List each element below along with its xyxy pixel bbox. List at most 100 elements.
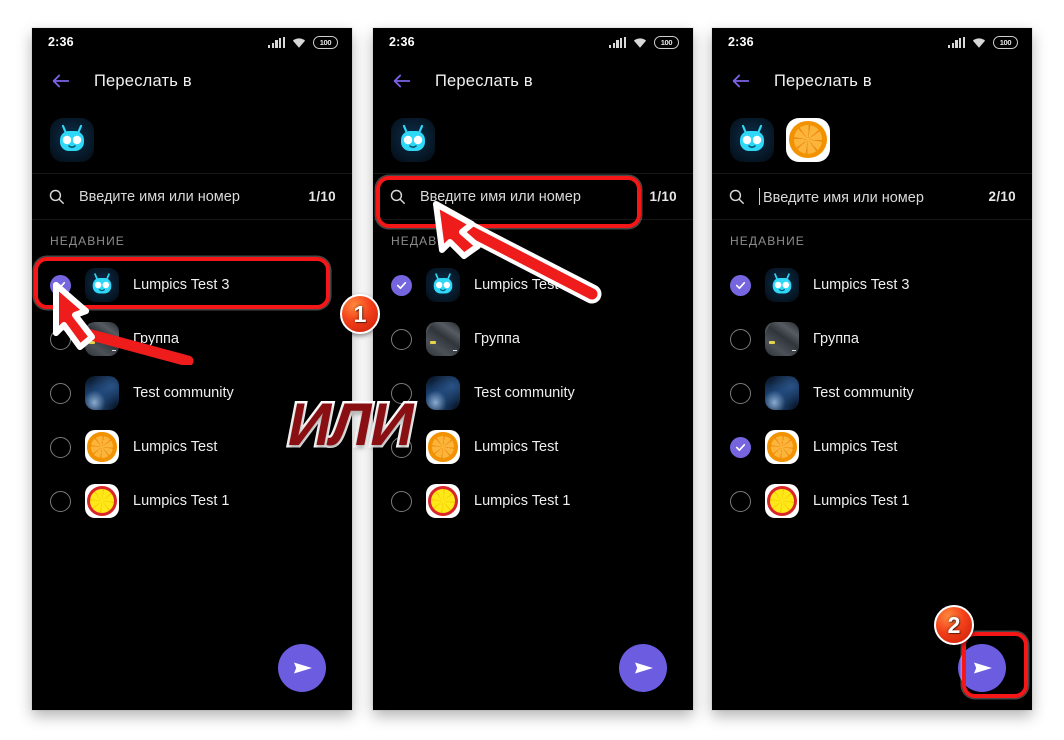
selection-counter: 1/10 — [649, 189, 677, 204]
section-label-recent: НЕДАВНИЕ — [391, 234, 466, 248]
list-item[interactable]: Test community — [712, 366, 1032, 420]
status-clock: 2:36 — [48, 35, 74, 49]
checkbox-unchecked[interactable] — [50, 436, 71, 458]
app-bar: Переслать в — [712, 56, 1032, 106]
section-label-recent: НЕДАВНИЕ — [730, 234, 805, 248]
selected-chips-strip — [32, 106, 352, 174]
send-button[interactable] — [619, 644, 667, 692]
contact-name: Группа — [133, 331, 179, 347]
back-arrow-icon[interactable] — [730, 70, 752, 92]
contact-name: Lumpics Test — [474, 439, 559, 455]
search-row[interactable]: Введите имя или номер 1/10 — [373, 174, 693, 220]
contact-name: Lumpics Test 3 — [133, 277, 230, 293]
checkbox-checked[interactable] — [391, 274, 412, 296]
list-item[interactable]: Lumpics Test — [373, 420, 693, 474]
page-title: Переслать в — [774, 71, 872, 90]
list-item[interactable]: Lumpics Test 3 — [712, 258, 1032, 312]
contact-name: Lumpics Test 3 — [474, 277, 571, 293]
checkbox-unchecked[interactable] — [50, 490, 71, 512]
list-item[interactable]: Lumpics Test — [32, 420, 352, 474]
checkbox-unchecked[interactable] — [391, 490, 412, 512]
chip-avatar-robot[interactable] — [50, 117, 94, 162]
contact-avatar-city — [426, 322, 460, 356]
contact-avatar-city — [765, 322, 799, 356]
status-bar: 2:36 100 — [712, 28, 1032, 56]
search-row[interactable]: Введите имя или номер 2/10 — [712, 174, 1032, 220]
wifi-icon — [972, 37, 986, 48]
back-arrow-icon[interactable] — [391, 70, 413, 92]
battery-level: 100 — [319, 37, 332, 47]
list-item[interactable]: Группа — [373, 312, 693, 366]
app-bar: Переслать в — [32, 56, 352, 106]
selection-counter: 1/10 — [308, 189, 336, 204]
contact-avatar-orange — [426, 430, 460, 464]
list-item[interactable]: Группа — [712, 312, 1032, 366]
contact-avatar-orange — [85, 430, 119, 464]
search-icon — [389, 188, 406, 205]
send-button[interactable] — [278, 644, 326, 692]
checkbox-unchecked[interactable] — [730, 490, 751, 512]
contact-name: Test community — [474, 385, 575, 401]
signal-icon — [609, 36, 626, 48]
status-bar: 2:36 100 — [32, 28, 352, 56]
contact-avatar-nebula — [85, 376, 119, 410]
checkbox-unchecked[interactable] — [50, 382, 71, 404]
phone-panel-1: 2:36 100 Переслать в Введите имя или ном… — [32, 28, 352, 710]
checkbox-unchecked[interactable] — [391, 328, 412, 350]
selected-chips-strip — [712, 106, 1032, 174]
search-input[interactable]: Введите имя или номер — [79, 189, 295, 205]
page-title: Переслать в — [435, 71, 533, 90]
contact-avatar-robot — [765, 268, 799, 302]
signal-icon — [268, 36, 285, 48]
list-item[interactable]: Lumpics Test 3 — [373, 258, 693, 312]
chip-avatar-robot[interactable] — [391, 117, 435, 162]
battery-level: 100 — [999, 37, 1012, 47]
app-bar: Переслать в — [373, 56, 693, 106]
list-item[interactable]: Test community — [373, 366, 693, 420]
checkbox-unchecked[interactable] — [391, 436, 412, 458]
chip-avatar-orange[interactable] — [786, 117, 830, 162]
checkbox-unchecked[interactable] — [391, 382, 412, 404]
contact-avatar-nebula — [765, 376, 799, 410]
section-label-recent: НЕДАВНИЕ — [50, 234, 125, 248]
contact-avatar-lemon — [85, 484, 119, 518]
selected-chips-strip — [373, 106, 693, 174]
contact-name: Lumpics Test 3 — [813, 277, 910, 293]
signal-icon — [948, 36, 965, 48]
contact-name: Lumpics Test 1 — [813, 493, 910, 509]
status-clock: 2:36 — [728, 35, 754, 49]
list-item[interactable]: Lumpics Test 1 — [373, 474, 693, 528]
list-item[interactable]: Lumpics Test — [712, 420, 1032, 474]
status-bar: 2:36 100 — [373, 28, 693, 56]
checkbox-unchecked[interactable] — [50, 328, 71, 350]
status-icons: 100 — [609, 35, 679, 49]
phone-panel-3: 2:36 100 Переслать в Введите имя или ном… — [712, 28, 1032, 710]
checkbox-checked[interactable] — [730, 274, 751, 296]
chip-avatar-robot[interactable] — [730, 117, 774, 162]
list-item[interactable]: Lumpics Test 1 — [712, 474, 1032, 528]
step-badge-1-label: 1 — [353, 300, 367, 327]
checkbox-checked[interactable] — [50, 274, 71, 296]
search-row[interactable]: Введите имя или номер 1/10 — [32, 174, 352, 220]
list-item[interactable]: Test community — [32, 366, 352, 420]
contact-avatar-robot — [426, 268, 460, 302]
contact-name: Lumpics Test 1 — [133, 493, 230, 509]
phone-panel-2: 2:36 100 Переслать в Введите имя или ном… — [373, 28, 693, 710]
back-arrow-icon[interactable] — [50, 70, 72, 92]
page-title: Переслать в — [94, 71, 192, 90]
search-input[interactable]: Введите имя или номер — [420, 189, 636, 205]
search-placeholder-text: Введите имя или номер — [763, 189, 924, 206]
contact-avatar-nebula — [426, 376, 460, 410]
list-item[interactable]: Группа — [32, 312, 352, 366]
selection-counter: 2/10 — [988, 189, 1016, 204]
search-input[interactable]: Введите имя или номер — [759, 187, 975, 206]
send-button[interactable] — [958, 644, 1006, 692]
checkbox-unchecked[interactable] — [730, 382, 751, 404]
checkbox-checked[interactable] — [730, 436, 751, 458]
list-item[interactable]: Lumpics Test 1 — [32, 474, 352, 528]
contact-avatar-lemon — [765, 484, 799, 518]
list-item[interactable]: Lumpics Test 3 — [32, 258, 352, 312]
text-caret — [759, 187, 760, 205]
search-icon — [48, 188, 65, 205]
checkbox-unchecked[interactable] — [730, 328, 751, 350]
